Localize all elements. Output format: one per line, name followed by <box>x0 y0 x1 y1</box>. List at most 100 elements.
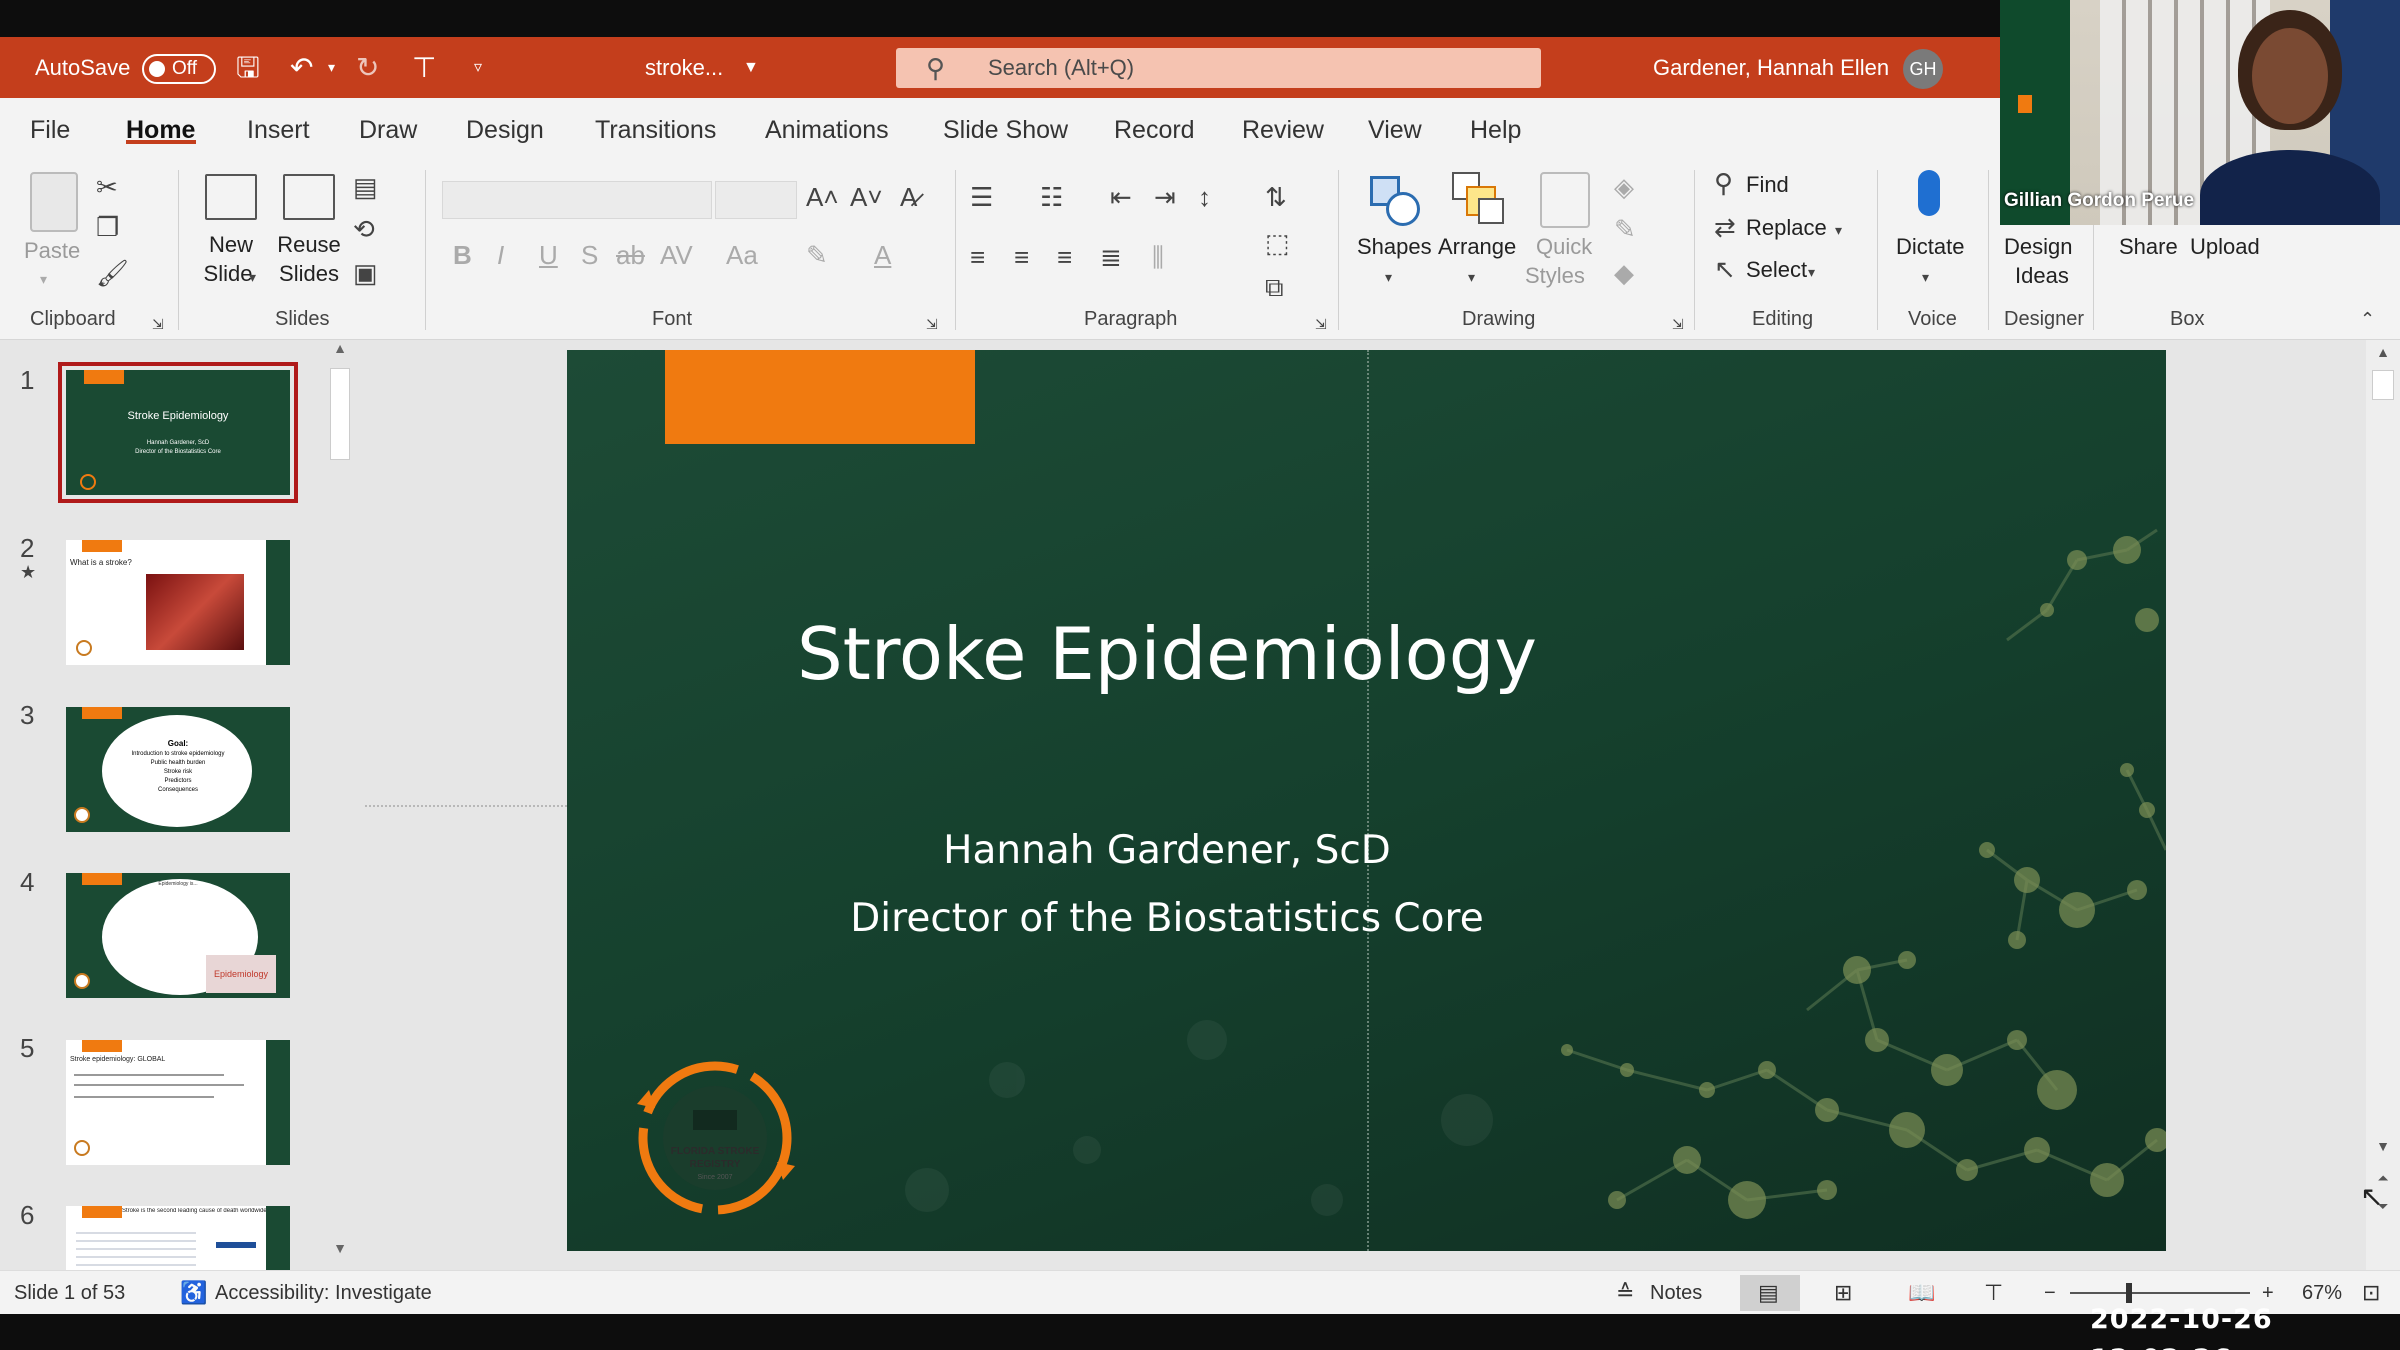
slide-thumbnail-4[interactable]: Epidemiology is... Epidemiology <box>66 873 290 998</box>
font-name-combo[interactable] <box>442 181 712 219</box>
dictate-dropdown-icon[interactable]: ▾ <box>1922 262 1929 292</box>
slide-thumbnail-3[interactable]: Goal: Introduction to stroke epidemiolog… <box>66 707 290 832</box>
bullets-icon[interactable]: ☰ <box>970 182 993 212</box>
shapes-button[interactable]: Shapes <box>1357 232 1432 261</box>
tab-insert[interactable]: Insert <box>247 98 310 162</box>
quick-styles-label-1[interactable]: Quick <box>1536 232 1592 261</box>
reuse-slides-label-2[interactable]: Slides <box>274 259 344 288</box>
align-left-icon[interactable]: ≡ <box>970 242 985 272</box>
tab-view[interactable]: View <box>1368 98 1422 162</box>
tab-design[interactable]: Design <box>466 98 544 162</box>
reuse-slides-label-1[interactable]: Reuse <box>274 230 344 259</box>
replace-button[interactable]: Replace <box>1746 213 1827 242</box>
tab-review[interactable]: Review <box>1242 98 1324 162</box>
notes-icon[interactable]: ≙ <box>1616 1271 1634 1315</box>
char-spacing-icon[interactable]: AV <box>660 240 693 270</box>
smartart-icon[interactable]: ⧉ <box>1265 272 1284 302</box>
editor-scrollbar[interactable]: ▲ ▼ ⏶ ⏷ <box>2366 340 2400 1270</box>
drawing-launcher-icon[interactable]: ⇲ <box>1672 309 1684 339</box>
arrange-dropdown-icon[interactable]: ▾ <box>1468 262 1475 292</box>
font-size-combo[interactable] <box>715 181 797 219</box>
copy-icon[interactable]: ❐ <box>96 212 119 242</box>
microphone-icon[interactable] <box>1918 170 1940 216</box>
slide-thumbnail-pane[interactable]: 1 Stroke Epidemiology Hannah Gardener, S… <box>0 340 338 1270</box>
clear-format-icon[interactable]: A̷ <box>900 182 917 212</box>
user-name[interactable]: Gardener, Hannah Ellen <box>1653 37 1889 98</box>
slideshow-view-icon[interactable]: ⊤ <box>1984 1271 2003 1315</box>
file-name-dropdown-icon[interactable]: ▼ <box>743 37 759 98</box>
undo-icon[interactable]: ↶ <box>290 37 313 98</box>
reset-icon[interactable]: ⟲ <box>353 214 375 244</box>
design-ideas-label-1[interactable]: Design <box>2004 232 2072 261</box>
underline-icon[interactable]: U <box>539 240 558 270</box>
share-button[interactable]: Share <box>2119 232 2178 261</box>
slide-canvas[interactable]: Stroke Epidemiology Hannah Gardener, ScD… <box>567 350 2166 1251</box>
thumbnail-scroll-thumb[interactable] <box>330 368 350 460</box>
clipboard-launcher-icon[interactable]: ⇲ <box>152 309 164 339</box>
tab-draw[interactable]: Draw <box>359 98 417 162</box>
reuse-slides-icon[interactable] <box>283 174 335 220</box>
bold-icon[interactable]: B <box>453 240 472 270</box>
replace-dropdown-icon[interactable]: ▾ <box>1835 215 1842 245</box>
slide-author[interactable]: Hannah Gardener, ScD <box>567 828 1767 873</box>
tab-slide-show[interactable]: Slide Show <box>943 98 1068 162</box>
shrink-font-icon[interactable]: A˅ <box>850 182 883 212</box>
dictate-button[interactable]: Dictate <box>1896 232 1964 261</box>
reading-view-icon[interactable]: 📖 <box>1908 1271 1935 1315</box>
zoom-out-icon[interactable]: − <box>2044 1271 2056 1315</box>
decrease-indent-icon[interactable]: ⇤ <box>1110 182 1132 212</box>
replace-icon[interactable]: ⇄ <box>1714 212 1736 242</box>
find-button[interactable]: Find <box>1746 170 1789 199</box>
autosave-toggle[interactable]: Off <box>142 54 216 84</box>
present-icon[interactable]: ⊤ <box>412 37 436 98</box>
align-center-icon[interactable]: ≡ <box>1014 242 1029 272</box>
tab-record[interactable]: Record <box>1114 98 1195 162</box>
new-slide-label-1[interactable]: New <box>196 230 266 259</box>
slide-author-role[interactable]: Director of the Biostatistics Core <box>567 896 1767 941</box>
increase-indent-icon[interactable]: ⇥ <box>1154 182 1176 212</box>
font-color-icon[interactable]: A <box>874 240 891 270</box>
new-slide-icon[interactable] <box>205 174 257 220</box>
shape-effects-icon[interactable]: ◆ <box>1614 258 1634 288</box>
slide-thumbnail-1[interactable]: Stroke Epidemiology Hannah Gardener, ScD… <box>58 362 298 503</box>
strikethrough-icon[interactable]: ab <box>616 240 645 270</box>
tab-file[interactable]: File <box>30 98 70 162</box>
cut-icon[interactable]: ✂ <box>96 172 118 202</box>
redo-icon[interactable]: ↻ <box>356 37 379 98</box>
quick-styles-icon[interactable] <box>1540 172 1590 228</box>
upload-button[interactable]: Upload <box>2190 232 2260 261</box>
line-spacing-icon[interactable]: ↕ <box>1198 182 1211 212</box>
slide-thumbnail-2[interactable]: What is a stroke? <box>66 540 290 665</box>
scroll-up-icon[interactable]: ▲ <box>2372 344 2394 366</box>
font-launcher-icon[interactable]: ⇲ <box>926 309 938 339</box>
notes-button[interactable]: Notes <box>1650 1271 1702 1315</box>
undo-dropdown-icon[interactable]: ▾ <box>328 37 335 98</box>
zoom-slider[interactable] <box>2070 1292 2250 1294</box>
arrange-icon[interactable] <box>1452 172 1504 226</box>
arrange-button[interactable]: Arrange <box>1438 232 1516 261</box>
scroll-up-icon[interactable]: ▲ <box>330 340 350 364</box>
paste-dropdown-icon[interactable]: ▾ <box>40 264 47 294</box>
slide-thumbnail-6[interactable]: Stroke is the second leading cause of de… <box>66 1206 290 1270</box>
accessibility-status[interactable]: Accessibility: Investigate <box>215 1271 432 1315</box>
file-name[interactable]: stroke... <box>645 37 723 98</box>
quick-styles-label-2[interactable]: Styles <box>1525 261 1585 290</box>
grow-font-icon[interactable]: A˄ <box>806 182 839 212</box>
shapes-icon[interactable] <box>1370 176 1420 226</box>
design-ideas-label-2[interactable]: Ideas <box>2015 261 2069 290</box>
align-right-icon[interactable]: ≡ <box>1057 242 1072 272</box>
new-slide-dropdown-icon[interactable]: ▾ <box>249 262 256 292</box>
section-icon[interactable]: ▣ <box>353 258 378 288</box>
scroll-down-icon[interactable]: ▼ <box>2372 1138 2394 1160</box>
slide-title[interactable]: Stroke Epidemiology <box>567 612 1767 696</box>
tab-help[interactable]: Help <box>1470 98 1521 162</box>
editor-scroll-thumb[interactable] <box>2372 370 2394 400</box>
text-direction-icon[interactable]: ⇅ <box>1265 182 1287 212</box>
format-painter-icon[interactable]: 🖌 <box>96 258 129 288</box>
customize-qat-icon[interactable]: ▿ <box>474 37 482 98</box>
paste-icon[interactable] <box>30 172 78 232</box>
save-icon[interactable]: 🖫 <box>236 37 260 98</box>
search-input[interactable]: ⚲ Search (Alt+Q) <box>896 48 1541 88</box>
normal-view-icon[interactable]: ▤ <box>1758 1271 1779 1315</box>
shape-fill-icon[interactable]: ◈ <box>1614 172 1634 202</box>
